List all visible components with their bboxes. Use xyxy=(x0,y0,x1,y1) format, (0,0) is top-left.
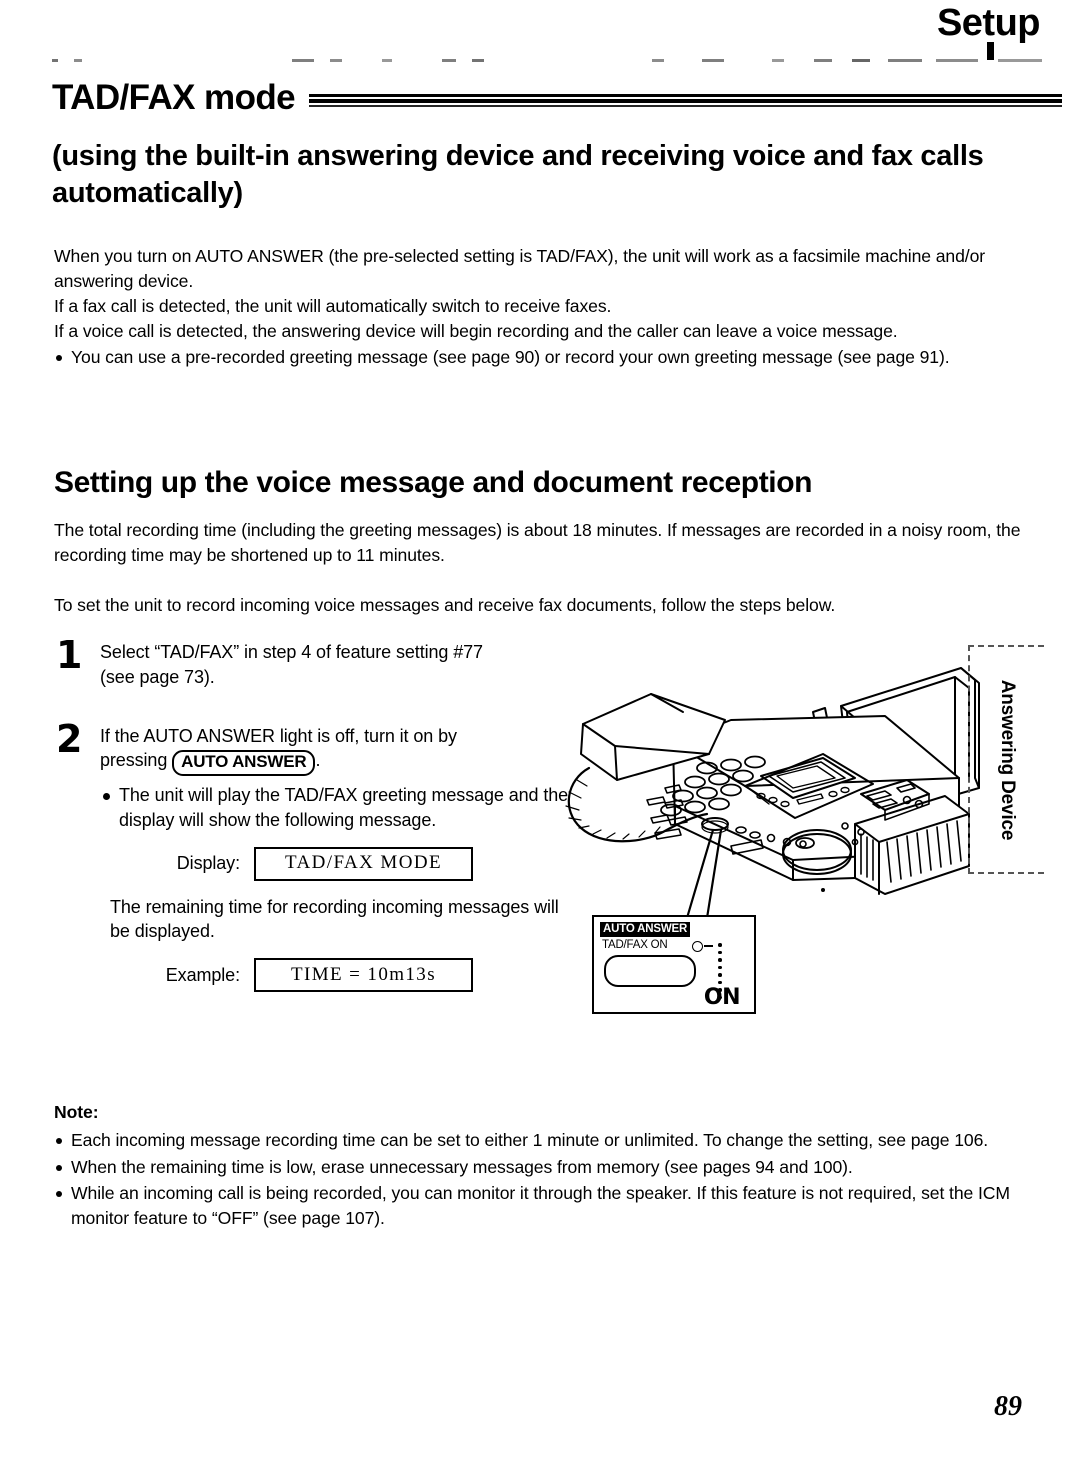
remaining-time-text: The remaining time for recording incomin… xyxy=(110,896,559,942)
led-dotted-connector xyxy=(718,943,722,999)
section-subtitle: (using the built-in answering device and… xyxy=(52,140,984,210)
step-2-line-1: If the AUTO ANSWER light is off, turn it… xyxy=(100,725,457,746)
step-1-number: 1 xyxy=(56,633,83,677)
intro-line-1: When you turn on AUTO ANSWER (the pre-se… xyxy=(54,246,986,291)
note-block: Note: Each incoming message recording ti… xyxy=(54,1100,1059,1232)
step-2-number: 2 xyxy=(56,716,83,761)
section-title-row: TAD/FAX mode xyxy=(52,80,1062,115)
step-2-press-suffix: . xyxy=(315,750,321,771)
callout-title: AUTO ANSWER xyxy=(600,922,691,937)
side-tab-answering-device: Answering Device xyxy=(968,645,1044,874)
example-readout: TIME = 10m13s xyxy=(254,958,473,993)
subsection-para-1: The total recording time (including the … xyxy=(54,520,1021,566)
step-1-body: Select “TAD/FAX” in step 4 of feature se… xyxy=(100,640,576,690)
manual-page: Setup TAD/FAX mode (using the built-in a… xyxy=(0,0,1080,1471)
intro-line-2: If a fax call is detected, the unit will… xyxy=(54,295,612,316)
intro-line-3: If a voice call is detected, the answeri… xyxy=(54,320,898,341)
step-2-press-line: pressing AUTO ANSWER. xyxy=(100,748,576,776)
subsection-body: The total recording time (including the … xyxy=(54,518,1054,618)
section-title: TAD/FAX mode xyxy=(52,78,296,117)
step-1-line-2: (see page 73). xyxy=(100,666,215,687)
example-label: Example: xyxy=(165,964,240,985)
scan-artifact-blob xyxy=(987,42,994,60)
example-row: Example: TIME = 10m13s xyxy=(100,958,576,993)
page-number: 89 xyxy=(994,1391,1022,1422)
step-2-bullet: The unit will play the TAD/FAX greeting … xyxy=(100,783,576,833)
step-1: 1 Select “TAD/FAX” in step 4 of feature … xyxy=(56,636,576,690)
display-row: Display: TAD/FAX MODE xyxy=(100,846,576,881)
callout-subtitle: TAD/FAX ON xyxy=(602,939,668,951)
led-indicator-icon xyxy=(692,941,703,952)
intro-bullet: You can use a pre-recorded greeting mess… xyxy=(54,345,1059,370)
callout-on-label: ON xyxy=(703,985,741,1010)
step-1-line-1: Select “TAD/FAX” in step 4 of feature se… xyxy=(100,642,483,662)
side-tab-label: Answering Device xyxy=(996,679,1018,840)
led-ray-icon xyxy=(704,945,713,947)
note-item: While an incoming call is being recorded… xyxy=(54,1181,1059,1232)
subsection-heading: Setting up the voice message and documen… xyxy=(54,466,813,499)
subsection-para-2: To set the unit to record incoming voice… xyxy=(54,594,836,615)
intro-block: When you turn on AUTO ANSWER (the pre-se… xyxy=(54,244,1059,370)
auto-answer-keycap[interactable]: AUTO ANSWER xyxy=(172,750,316,776)
display-label: Display: xyxy=(176,853,240,874)
note-item: When the remaining time is low, erase un… xyxy=(54,1155,1059,1180)
title-rule xyxy=(309,93,1062,108)
note-item: Each incoming message recording time can… xyxy=(54,1128,1059,1153)
step-2-press-prefix: pressing xyxy=(100,750,168,771)
body-dot xyxy=(821,888,825,892)
auto-answer-callout: AUTO ANSWER TAD/FAX ON ON xyxy=(592,915,756,1014)
step-2: 2 If the AUTO ANSWER light is off, turn … xyxy=(56,720,576,993)
running-head: Setup xyxy=(936,2,1041,44)
step-2-body: If the AUTO ANSWER light is off, turn it… xyxy=(100,724,576,993)
steps-list: 1 Select “TAD/FAX” in step 4 of feature … xyxy=(56,636,576,1010)
callout-button-outline[interactable] xyxy=(604,955,696,987)
note-title: Note: xyxy=(54,1102,99,1122)
scan-artifact-rule xyxy=(52,59,1062,62)
display-readout: TAD/FAX MODE xyxy=(254,846,473,881)
